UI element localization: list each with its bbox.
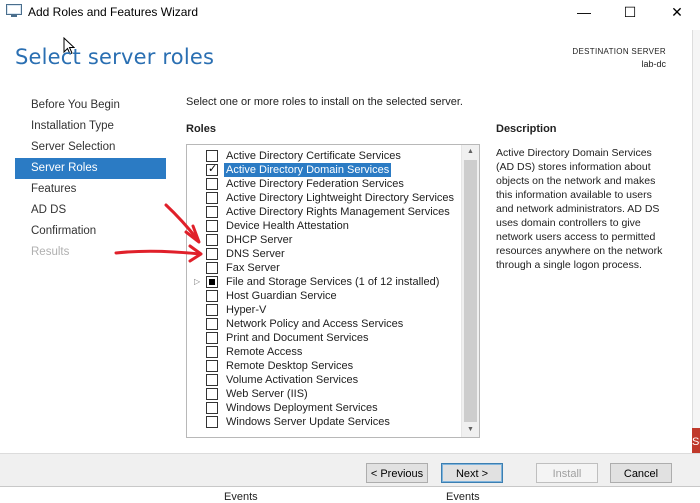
role-item[interactable]: Remote Desktop Services — [187, 359, 459, 373]
wizard-nav: Before You Begin Installation Type Serve… — [15, 95, 166, 263]
role-label[interactable]: Device Health Attestation — [224, 219, 351, 233]
role-checkbox-checked[interactable]: ✓ — [206, 163, 218, 176]
intro-text: Select one or more roles to install on t… — [186, 96, 463, 108]
role-item[interactable]: Web Server (IIS) — [187, 387, 459, 401]
role-label[interactable]: Fax Server — [224, 261, 282, 275]
role-label[interactable]: Active Directory Rights Management Servi… — [224, 205, 452, 219]
install-button: Install — [536, 463, 598, 483]
scrollbar-thumb[interactable] — [464, 160, 477, 422]
events-label: Events — [446, 491, 480, 503]
role-checkbox-partial[interactable] — [206, 276, 218, 288]
roles-heading: Roles — [186, 123, 216, 135]
role-item[interactable]: Print and Document Services — [187, 331, 459, 345]
role-checkbox[interactable] — [206, 374, 218, 386]
scroll-down-icon[interactable]: ▼ — [462, 423, 479, 437]
role-checkbox[interactable] — [206, 178, 218, 190]
role-label-selected[interactable]: Active Directory Domain Services — [224, 163, 392, 177]
destination-server-name: lab-dc — [641, 59, 666, 69]
role-checkbox[interactable] — [206, 360, 218, 372]
maximize-button[interactable]: ☐ — [607, 0, 653, 24]
role-label[interactable]: Hyper-V — [224, 303, 268, 317]
role-item[interactable]: Network Policy and Access Services — [187, 317, 459, 331]
role-label[interactable]: Remote Access — [224, 345, 304, 359]
role-checkbox[interactable] — [206, 346, 218, 358]
role-item[interactable]: Active Directory Certificate Services — [187, 149, 459, 163]
role-item[interactable]: Active Directory Lightweight Directory S… — [187, 191, 459, 205]
role-label[interactable]: Host Guardian Service — [224, 289, 339, 303]
role-label[interactable]: Remote Desktop Services — [224, 359, 355, 373]
role-label[interactable]: Web Server (IIS) — [224, 387, 310, 401]
role-checkbox[interactable] — [206, 220, 218, 232]
role-item[interactable]: Active Directory Federation Services — [187, 177, 459, 191]
role-label[interactable]: Active Directory Lightweight Directory S… — [224, 191, 456, 205]
nav-item-results: Results — [31, 246, 70, 258]
close-button[interactable]: ✕ — [654, 0, 700, 24]
role-item[interactable]: Windows Server Update Services — [187, 415, 459, 429]
cancel-button[interactable]: Cancel — [610, 463, 672, 483]
role-label[interactable]: Active Directory Certificate Services — [224, 149, 403, 163]
role-checkbox[interactable] — [206, 206, 218, 218]
role-checkbox[interactable] — [206, 304, 218, 316]
role-checkbox[interactable] — [206, 234, 218, 246]
role-item[interactable]: Device Health Attestation — [187, 219, 459, 233]
role-item[interactable]: Host Guardian Service — [187, 289, 459, 303]
background-red-tab-text: Se — [692, 436, 700, 448]
role-item[interactable]: DNS Server — [187, 247, 459, 261]
role-checkbox[interactable] — [206, 262, 218, 274]
role-checkbox[interactable] — [206, 290, 218, 302]
role-label[interactable]: Windows Server Update Services — [224, 415, 392, 429]
checkmark-icon: ✓ — [208, 163, 218, 175]
roles-list[interactable]: Active Directory Certificate Services ✓ … — [186, 144, 480, 438]
nav-item-server-roles[interactable]: Server Roles — [15, 158, 166, 179]
role-item[interactable]: ▷ File and Storage Services (1 of 12 ins… — [187, 275, 459, 289]
background-server-manager — [0, 486, 700, 502]
role-item[interactable]: Active Directory Rights Management Servi… — [187, 205, 459, 219]
previous-button[interactable]: < Previous — [366, 463, 428, 483]
events-label: Events — [224, 491, 258, 503]
scroll-up-icon[interactable]: ▲ — [462, 145, 479, 159]
nav-item-server-selection[interactable]: Server Selection — [15, 137, 166, 158]
role-checkbox[interactable] — [206, 318, 218, 330]
minimize-button[interactable]: — — [561, 0, 607, 24]
window-title: Add Roles and Features Wizard — [28, 5, 199, 19]
role-item[interactable]: Windows Deployment Services — [187, 401, 459, 415]
role-item[interactable]: Remote Access — [187, 345, 459, 359]
role-checkbox[interactable] — [206, 388, 218, 400]
vertical-scrollbar[interactable]: ▲ ▼ — [461, 145, 479, 437]
role-item[interactable]: ✓ Active Directory Domain Services — [187, 163, 459, 177]
page-title: Select server roles — [15, 45, 215, 69]
role-item[interactable]: DHCP Server — [187, 233, 459, 247]
title-bar: Add Roles and Features Wizard — ☐ ✕ — [0, 0, 700, 24]
role-label[interactable]: Active Directory Federation Services — [224, 177, 406, 191]
role-checkbox[interactable] — [206, 416, 218, 428]
role-checkbox[interactable] — [206, 402, 218, 414]
nav-item-before-you-begin[interactable]: Before You Begin — [15, 95, 166, 116]
role-label[interactable]: File and Storage Services (1 of 12 insta… — [224, 275, 441, 289]
role-label[interactable]: Network Policy and Access Services — [224, 317, 405, 331]
background-window-edge — [692, 30, 700, 430]
nav-item-installation-type[interactable]: Installation Type — [15, 116, 166, 137]
role-label[interactable]: Print and Document Services — [224, 331, 370, 345]
role-checkbox[interactable] — [206, 150, 218, 162]
role-label[interactable]: DHCP Server — [224, 233, 294, 247]
description-heading: Description — [496, 123, 557, 135]
role-checkbox[interactable] — [206, 248, 218, 260]
partial-check-icon — [209, 279, 215, 285]
role-label[interactable]: Windows Deployment Services — [224, 401, 380, 415]
wizard-app-icon — [6, 4, 22, 17]
destination-server-label: DESTINATION SERVER — [572, 47, 666, 56]
expand-arrow-icon[interactable]: ▷ — [194, 275, 200, 289]
role-label[interactable]: DNS Server — [224, 247, 287, 261]
nav-item-features[interactable]: Features — [15, 179, 166, 200]
nav-item-confirmation[interactable]: Confirmation — [15, 221, 166, 242]
next-button[interactable]: Next > — [441, 463, 503, 483]
role-label[interactable]: Volume Activation Services — [224, 373, 360, 387]
role-checkbox[interactable] — [206, 192, 218, 204]
role-item[interactable]: Hyper-V — [187, 303, 459, 317]
role-description: Active Directory Domain Services (AD DS)… — [496, 147, 663, 271]
nav-item-ad-ds[interactable]: AD DS — [15, 200, 166, 221]
role-item[interactable]: Volume Activation Services — [187, 373, 459, 387]
role-checkbox[interactable] — [206, 332, 218, 344]
role-item[interactable]: Fax Server — [187, 261, 459, 275]
